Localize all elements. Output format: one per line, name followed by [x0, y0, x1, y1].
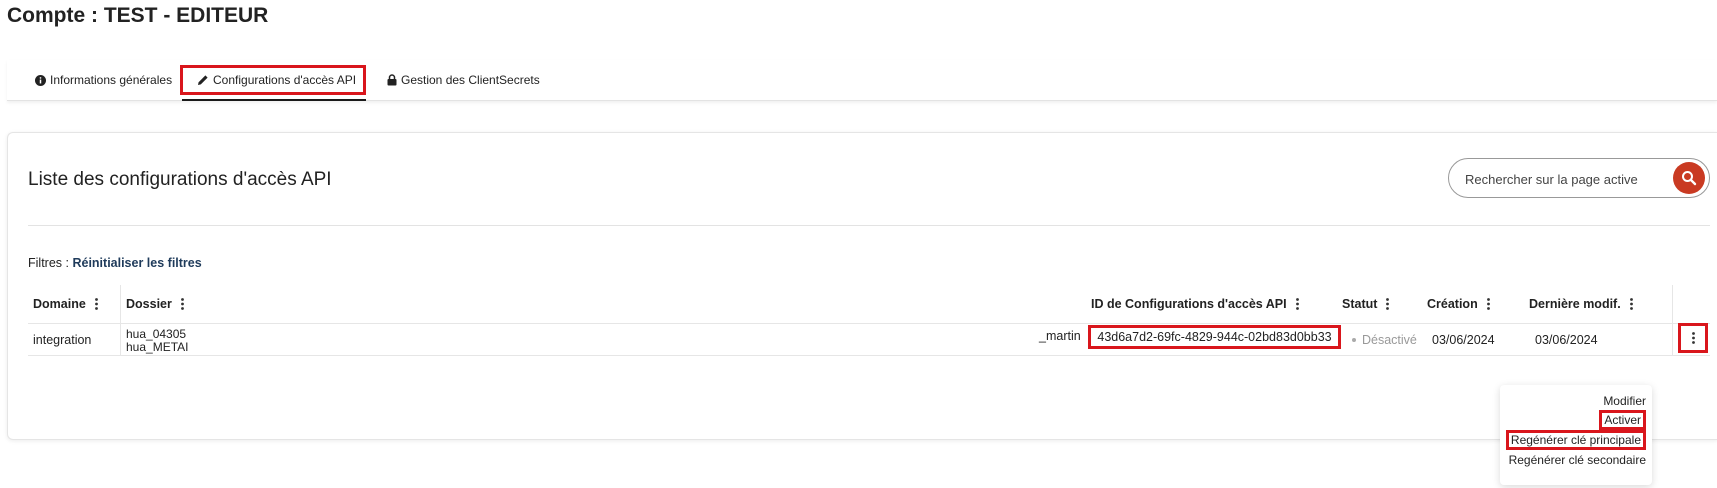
cell-dossier-suffix: _martin	[1039, 329, 1081, 343]
column-menu-icon[interactable]	[1295, 298, 1299, 310]
menu-item-activer[interactable]: Activer	[1599, 410, 1646, 430]
column-header-statut[interactable]: Statut	[1342, 285, 1390, 323]
row-divider	[28, 355, 1710, 356]
column-menu-icon[interactable]	[180, 298, 184, 310]
pencil-icon	[197, 74, 209, 86]
row-actions-button[interactable]	[1678, 323, 1708, 353]
search-input[interactable]	[1463, 168, 1662, 190]
filters-bar: Filtres : Réinitialiser les filtres	[28, 256, 202, 270]
lock-icon	[387, 74, 397, 86]
tab-label: Gestion des ClientSecrets	[401, 73, 540, 87]
column-separator	[120, 285, 121, 355]
column-separator	[1672, 285, 1673, 355]
row-actions-menu: Modifier Activer Regénérer clé principal…	[1500, 385, 1652, 485]
menu-item-regenerer-cle-secondaire[interactable]: Regénérer clé secondaire	[1509, 453, 1646, 467]
page-title: Compte : TEST - EDITEUR	[7, 4, 269, 27]
column-header-label: Statut	[1342, 297, 1378, 311]
tab-label: Configurations d'accès API	[213, 73, 357, 87]
column-menu-icon[interactable]	[94, 298, 98, 310]
tab-gestion-clientsecrets[interactable]: Gestion des ClientSecrets	[387, 67, 540, 93]
column-header-id[interactable]: ID de Configurations d'accès API	[1091, 285, 1299, 323]
column-header-label: Dernière modif.	[1529, 297, 1621, 311]
tab-informations-generales[interactable]: Informations générales	[35, 67, 172, 93]
column-header-label: Création	[1427, 297, 1478, 311]
column-menu-icon[interactable]	[1629, 298, 1633, 310]
search-box	[1448, 158, 1710, 198]
api-config-list-card: Liste des configurations d'accès API Fil…	[7, 132, 1717, 440]
cell-domaine: integration	[33, 333, 92, 347]
list-title: Liste des configurations d'accès API	[28, 169, 332, 190]
config-id-value: 43d6a7d2-69fc-4829-944c-02bd83d0bb33	[1097, 330, 1332, 344]
info-circle-icon	[35, 74, 46, 86]
menu-item-regenerer-cle-principale[interactable]: Regénérer clé principale	[1505, 430, 1646, 450]
reset-filters-link[interactable]: Réinitialiser les filtres	[72, 256, 201, 270]
row-divider	[28, 323, 1710, 324]
column-header-creation[interactable]: Création	[1427, 285, 1490, 323]
tab-configurations-acces-api[interactable]: Configurations d'accès API	[180, 65, 366, 95]
active-tab-indicator	[182, 99, 366, 101]
divider	[28, 225, 1710, 226]
cell-creation: 03/06/2024	[1432, 333, 1495, 347]
cell-dossier: hua_04305 hua_METAI	[126, 328, 188, 354]
kebab-menu-icon	[1691, 332, 1695, 344]
column-menu-icon[interactable]	[1386, 298, 1390, 310]
tab-bar: Informations générales Configurations d'…	[7, 60, 1717, 101]
column-header-label: Dossier	[126, 297, 172, 311]
column-header-derniere-modif[interactable]: Dernière modif.	[1529, 285, 1633, 323]
status-dot	[1352, 338, 1356, 342]
dossier-line: hua_METAI	[126, 340, 189, 354]
cell-statut: Désactivé	[1352, 333, 1417, 347]
column-header-domaine[interactable]: Domaine	[33, 285, 98, 323]
column-header-label: ID de Configurations d'accès API	[1091, 297, 1287, 311]
column-menu-icon[interactable]	[1486, 298, 1490, 310]
status-badge: Désactivé	[1362, 333, 1417, 347]
search-button[interactable]	[1673, 162, 1705, 194]
search-icon	[1681, 170, 1697, 186]
menu-item-modifier[interactable]: Modifier	[1603, 394, 1646, 408]
column-header-dossier[interactable]: Dossier	[126, 285, 184, 323]
cell-config-id[interactable]: 43d6a7d2-69fc-4829-944c-02bd83d0bb33	[1088, 325, 1341, 349]
column-header-label: Domaine	[33, 297, 86, 311]
tab-label: Informations générales	[50, 73, 173, 87]
filters-label: Filtres :	[28, 256, 69, 270]
cell-derniere-modif: 03/06/2024	[1535, 333, 1598, 347]
